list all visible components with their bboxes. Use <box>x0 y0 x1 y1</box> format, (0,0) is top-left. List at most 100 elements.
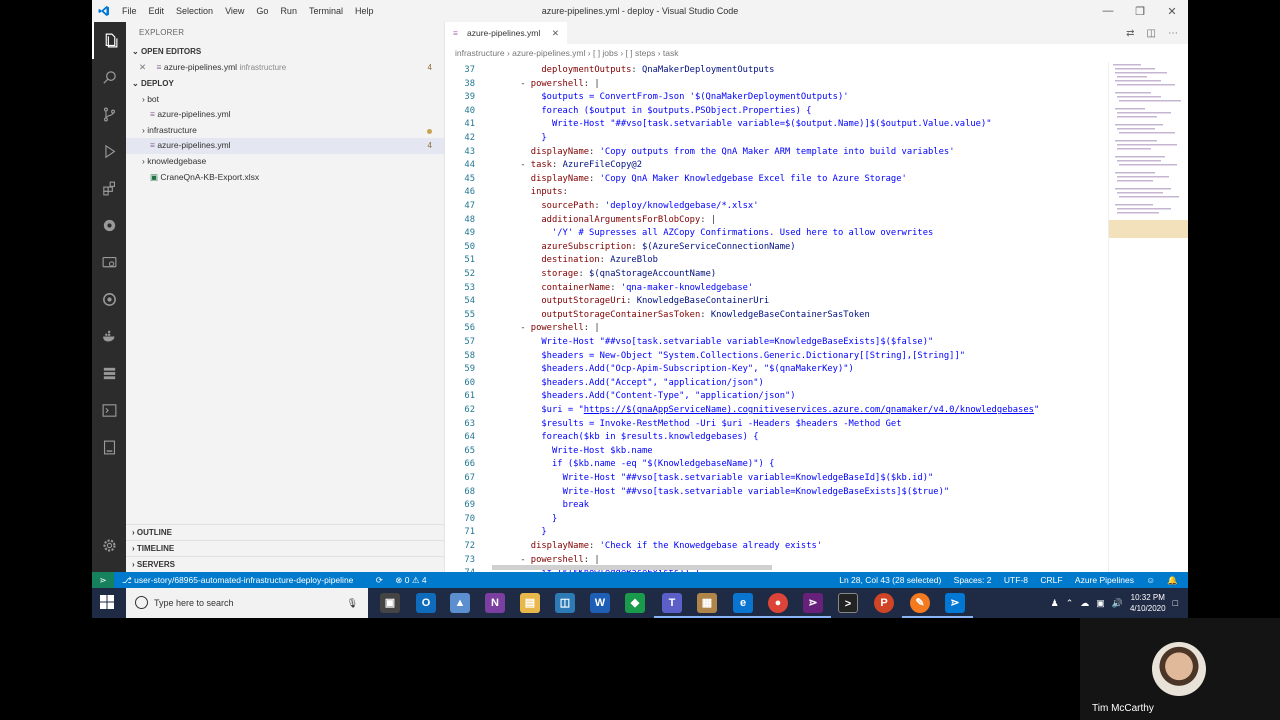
windows-start-icon[interactable] <box>100 595 114 611</box>
tab-azure-pipelines[interactable]: ≡ azure-pipelines.yml ✕ <box>445 22 567 44</box>
volume-icon[interactable]: 🔊 <box>1112 598 1123 609</box>
line-ending[interactable]: CRLF <box>1040 575 1062 585</box>
tree-item[interactable]: › knowledgebase <box>126 154 444 170</box>
sync-icon[interactable]: ⟳ <box>376 575 383 585</box>
tree-item[interactable]: ≡ azure-pipelines.yml 4 <box>126 138 444 154</box>
horizontal-scrollbar[interactable] <box>492 565 772 570</box>
outline-section[interactable]: › OUTLINE <box>126 524 444 540</box>
code-line[interactable]: $headers.Add("Accept", "application/json… <box>499 378 763 388</box>
bookmark-icon[interactable] <box>92 429 126 466</box>
file-explorer-icon[interactable]: ▤ <box>520 593 540 613</box>
close-tab-icon[interactable]: ✕ <box>552 22 559 44</box>
restore-icon[interactable]: ❐ <box>1124 0 1156 22</box>
app-icon[interactable]: ▲ <box>450 593 470 613</box>
language-mode[interactable]: Azure Pipelines <box>1075 575 1134 585</box>
menu-item-view[interactable]: View <box>225 6 244 16</box>
open-editor-item[interactable]: ✕ ≡ azure-pipelines.yml infrastructure 4 <box>126 60 444 76</box>
code-line[interactable]: outputStorageContainerSasToken: Knowledg… <box>499 310 869 320</box>
powerpoint-icon[interactable]: P <box>874 593 894 613</box>
briefcase-icon[interactable]: ▦ <box>689 593 725 618</box>
tray-overflow-icon[interactable]: ⌃ <box>1066 598 1074 609</box>
remote-indicator-icon[interactable]: ⋗ <box>92 572 114 588</box>
code-line[interactable]: displayName: 'Copy outputs from the QnA … <box>499 147 955 157</box>
encoding[interactable]: UTF-8 <box>1004 575 1028 585</box>
person-icon[interactable]: ♟ <box>1051 598 1059 609</box>
code-line[interactable]: additionalArgumentsForBlobCopy: | <box>499 215 716 225</box>
minimap[interactable] <box>1108 62 1188 572</box>
task-view-icon[interactable]: ▣ <box>380 593 400 613</box>
timeline-section[interactable]: › TIMELINE <box>126 540 444 556</box>
deploy-section[interactable]: ⌄ DEPLOY <box>126 76 444 92</box>
menu-item-selection[interactable]: Selection <box>176 6 213 16</box>
menu-item-edit[interactable]: Edit <box>149 6 165 16</box>
minimize-icon[interactable]: — <box>1092 0 1124 22</box>
menu-item-go[interactable]: Go <box>256 6 268 16</box>
code-line[interactable]: storage: $(qnaStorageAccountName) <box>499 269 716 279</box>
code-line[interactable]: if ($kb.name -eq "$(KnowledgebaseName)")… <box>499 459 774 469</box>
code-line[interactable]: break <box>499 500 589 510</box>
code-line[interactable]: $uri = "https://$(qnaAppServiceName).cog… <box>499 405 1039 415</box>
remote-explorer-icon[interactable] <box>92 244 126 281</box>
edge-icon[interactable]: e <box>725 593 761 618</box>
code-line[interactable]: destination: AzureBlob <box>499 255 658 265</box>
code-line[interactable]: inputs: <box>499 187 568 197</box>
code-line[interactable]: sourcePath: 'deploy/knowledgebase/*.xlsx… <box>499 201 758 211</box>
close-icon[interactable]: ✕ <box>1156 0 1188 22</box>
code-line[interactable]: - powershell: | <box>499 323 599 333</box>
outlook-icon[interactable]: O <box>416 593 436 613</box>
tree-item[interactable]: › bot <box>126 92 444 108</box>
compare-icon[interactable]: ⇄ <box>1126 28 1134 39</box>
code-line[interactable]: Write-Host "##vso[task.setvariable varia… <box>499 487 950 497</box>
menu-item-help[interactable]: Help <box>355 6 374 16</box>
code-line[interactable]: containerName: 'qna-maker-knowledgebase' <box>499 283 753 293</box>
breadcrumb-item[interactable]: infrastructure <box>455 48 505 58</box>
docker-icon[interactable] <box>92 318 126 355</box>
split-editor-icon[interactable]: ◫ <box>1147 28 1156 39</box>
code-line[interactable]: azureSubscription: $(AzureServiceConnect… <box>499 242 795 252</box>
code-line[interactable]: - powershell: | <box>499 555 599 565</box>
tree-item[interactable]: › infrastructure <box>126 123 444 139</box>
open-editors-section[interactable]: ⌄ OPEN EDITORS <box>126 44 444 60</box>
extensions-icon[interactable] <box>92 170 126 207</box>
code-line[interactable]: displayName: 'Check if the Knowedgebase … <box>499 541 822 551</box>
settings-gear-icon[interactable] <box>92 527 126 564</box>
remote-desktop-icon[interactable]: ◫ <box>555 593 575 613</box>
branch-indicator[interactable]: ⎇ user-story/68965-automated-infrastruct… <box>122 575 363 585</box>
more-actions-icon[interactable]: ⋯ <box>1168 28 1178 39</box>
word-icon[interactable]: W <box>590 593 610 613</box>
code-line[interactable]: - task: AzureFileCopy@2 <box>499 160 642 170</box>
code-line[interactable]: foreach($kb in $results.knowledgebases) … <box>499 432 758 442</box>
indentation[interactable]: Spaces: 2 <box>954 575 992 585</box>
code-line[interactable]: } <box>499 514 557 524</box>
tree-item[interactable]: ≡ azure-pipelines.yml <box>126 107 444 123</box>
taskbar-search-input[interactable]: Type here to search 🎙 <box>126 588 368 618</box>
breadcrumb-item[interactable]: [ ] jobs <box>593 48 618 58</box>
clock[interactable]: 10:32 PM 4/10/2020 <box>1130 592 1166 614</box>
teams-icon[interactable]: T <box>654 593 690 618</box>
code-line[interactable]: '/Y' # Supresses all AZCopy Confirmation… <box>499 228 933 238</box>
code-line[interactable]: deploymentOutputs: QnaMakerDeploymentOut… <box>499 65 774 75</box>
code-line[interactable]: Write-Host "##vso[task.setvariable varia… <box>499 337 933 347</box>
code-line[interactable]: } <box>499 133 546 143</box>
code-line[interactable]: outputStorageUri: KnowledgeBaseContainer… <box>499 296 769 306</box>
github-icon[interactable] <box>92 281 126 318</box>
code-line[interactable]: Write-Host "##vso[task.setvariable varia… <box>499 473 934 483</box>
code-line[interactable]: - powershell: | <box>499 79 599 89</box>
onenote-icon[interactable]: N <box>485 593 505 613</box>
menu-item-file[interactable]: File <box>122 6 137 16</box>
code-line[interactable]: } <box>499 527 546 537</box>
menu-item-run[interactable]: Run <box>280 6 297 16</box>
code-line[interactable]: Write-Host $kb.name <box>499 446 653 456</box>
visual-studio-icon[interactable]: ⋗ <box>795 593 831 618</box>
code-line[interactable]: $outputs = ConvertFrom-Json '$(QnaMakerD… <box>499 92 848 102</box>
code-line[interactable]: $results = Invoke-RestMethod -Uri $uri -… <box>499 419 901 429</box>
problems-indicator[interactable]: ⊗ 0 ⚠ 4 <box>395 575 426 585</box>
git-icon[interactable]: ◆ <box>625 593 645 613</box>
code-line[interactable]: foreach ($output in $outputs.PSObject.Pr… <box>499 106 811 116</box>
code-line[interactable]: $headers = New-Object "System.Collection… <box>499 351 965 361</box>
code-line[interactable]: displayName: 'Copy QnA Maker Knowledgeba… <box>499 174 907 184</box>
breadcrumb-item[interactable]: azure-pipelines.yml <box>512 48 585 58</box>
vscode-taskbar-icon[interactable]: ⋗ <box>937 593 973 618</box>
onedrive-icon[interactable]: ☁ <box>1080 598 1089 609</box>
pen-app-icon[interactable]: ✎ <box>902 593 938 618</box>
